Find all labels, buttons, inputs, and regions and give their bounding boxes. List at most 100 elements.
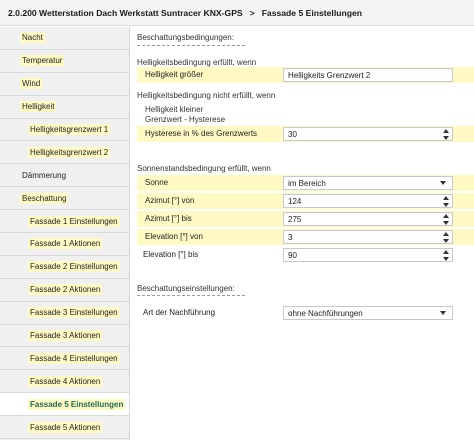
hysteresis-input[interactable]: 30	[283, 127, 453, 141]
sidebar-item-label: Dämmerung	[22, 170, 67, 180]
spin-down-icon[interactable]	[443, 221, 449, 225]
elevation-from-spinner[interactable]	[442, 232, 450, 243]
azimuth-from-value: 124	[288, 196, 302, 206]
sidebar-item-label: Beschattung	[20, 192, 69, 204]
sidebar-item-daemmerung[interactable]: Dämmerung	[0, 164, 129, 188]
sidebar-item-label: Helligkeit	[20, 101, 57, 113]
sidebar-item-label: Helligkeitsgrenzwert 1	[28, 124, 111, 135]
brightness-less-text: Helligkeit kleiner	[145, 105, 204, 114]
sidebar-item-label: Fassade 1 Einstellungen	[28, 215, 120, 227]
spin-up-icon[interactable]	[443, 214, 449, 218]
sidebar-item-label: Temperatur	[20, 55, 65, 67]
spin-up-icon[interactable]	[443, 250, 449, 254]
spin-down-icon[interactable]	[443, 203, 449, 207]
brightness-greater-label: Helligkeit größer	[145, 70, 204, 79]
chevron-down-icon[interactable]	[440, 181, 446, 185]
azimuth-to-spinner[interactable]	[442, 214, 450, 225]
elevation-from-value: 3	[288, 232, 293, 242]
limit-minus-hysteresis-text: Grenzwert - Hysterese	[145, 115, 226, 124]
azimuth-to-input[interactable]: 275	[283, 212, 453, 226]
title-bar: 2.0.200 Wetterstation Dach Werkstatt Sun…	[0, 0, 474, 26]
sidebar-item-fassade-2-einstellungen[interactable]: Fassade 2 Einstellungen	[0, 255, 129, 279]
azimuth-to-row: Azimut [°] bis 275	[137, 211, 474, 227]
sun-value: im Bereich	[288, 178, 326, 188]
azimuth-from-input[interactable]: 124	[283, 194, 453, 208]
sidebar-item-label: Nacht	[20, 32, 45, 44]
sun-row: Sonne im Bereich	[137, 175, 474, 191]
brightness-threshold-value: Helligkeits Grenzwert 2	[288, 70, 371, 80]
hysteresis-spinner[interactable]	[442, 129, 450, 140]
sidebar-item-label: Fassade 5 Aktionen	[28, 421, 103, 433]
spin-down-icon[interactable]	[443, 239, 449, 243]
breadcrumb-separator: >	[249, 7, 255, 18]
sidebar-item-label: Fassade 5 Einstellungen	[28, 398, 126, 410]
brightness-greater-row: Helligkeit größer Helligkeits Grenzwert …	[137, 67, 474, 83]
sidebar-item-label: Wind	[20, 78, 43, 90]
elevation-to-spinner[interactable]	[442, 250, 450, 261]
hysteresis-value: 30	[288, 129, 297, 139]
sidebar-item-helligkeit[interactable]: Helligkeit	[0, 95, 129, 119]
spin-down-icon[interactable]	[443, 257, 449, 261]
sidebar-item-fassade-1-aktionen[interactable]: Fassade 1 Aktionen	[0, 233, 129, 256]
sidebar-item-label: Fassade 3 Einstellungen	[28, 307, 120, 319]
sidebar-item-label: Fassade 1 Aktionen	[28, 238, 103, 250]
sidebar-item-helligkeitsgrenzwert-1[interactable]: Helligkeitsgrenzwert 1	[0, 118, 129, 142]
tracking-label: Art der Nachführung	[143, 308, 216, 317]
spin-up-icon[interactable]	[443, 129, 449, 133]
azimuth-from-label: Azimut [°] von	[145, 196, 195, 205]
hysteresis-row: Hysterese in % des Grenzwerts 30	[137, 126, 474, 142]
tracking-select[interactable]: ohne Nachführungen	[283, 306, 453, 320]
azimuth-from-row: Azimut [°] von 124	[137, 193, 474, 209]
settings-section-title: Beschattungseinstellungen:	[137, 284, 235, 293]
section-divider	[137, 295, 245, 296]
elevation-from-label: Elevation [°] von	[145, 232, 203, 241]
spin-up-icon[interactable]	[443, 196, 449, 200]
sidebar-item-label: Fassade 2 Aktionen	[28, 284, 103, 296]
settings-panel: Beschattungsbedingungen: Helligkeitsbedi…	[131, 27, 474, 440]
sidebar-item-label: Fassade 4 Einstellungen	[28, 352, 120, 364]
conditions-section-title: Beschattungsbedingungen:	[137, 33, 234, 42]
chevron-down-icon[interactable]	[440, 311, 446, 315]
azimuth-to-value: 275	[288, 214, 302, 224]
brightness-met-text: Helligkeitsbedingung erfüllt, wenn	[137, 58, 257, 67]
brightness-threshold-select[interactable]: Helligkeits Grenzwert 2	[283, 68, 453, 82]
sun-condition-text: Sonnenstandsbedingung erfüllt, wenn	[137, 164, 271, 173]
sidebar-item-label: Fassade 4 Aktionen	[28, 375, 103, 387]
sidebar-item-fassade-4-aktionen[interactable]: Fassade 4 Aktionen	[0, 370, 129, 394]
elevation-to-label: Elevation [°] bis	[143, 250, 199, 259]
spin-up-icon[interactable]	[443, 232, 449, 236]
azimuth-to-label: Azimut [°] bis	[145, 214, 192, 223]
sidebar-item-nacht[interactable]: Nacht	[0, 27, 129, 50]
elevation-from-input[interactable]: 3	[283, 230, 453, 244]
page-title: Fassade 5 Einstellungen	[261, 7, 362, 18]
sidebar-item-fassade-3-aktionen[interactable]: Fassade 3 Aktionen	[0, 324, 129, 348]
tracking-row: Art der Nachführung ohne Nachführungen	[137, 305, 474, 321]
sidebar-item-label: Helligkeitsgrenzwert 2	[28, 146, 111, 158]
sidebar-item-fassade-1-einstellungen[interactable]: Fassade 1 Einstellungen	[0, 210, 129, 234]
sidebar-item-beschattung[interactable]: Beschattung	[0, 187, 129, 211]
sidebar-item-fassade-5-einstellungen[interactable]: Fassade 5 Einstellungen	[0, 393, 129, 417]
sidebar-item-label: Fassade 2 Einstellungen	[28, 261, 120, 273]
tracking-value: ohne Nachführungen	[288, 308, 363, 318]
spin-down-icon[interactable]	[443, 136, 449, 140]
elevation-to-value: 90	[288, 250, 297, 260]
sidebar-item-temperatur[interactable]: Temperatur	[0, 49, 129, 73]
brightness-not-met-text: Helligkeitsbedingung nicht erfüllt, wenn	[137, 91, 276, 100]
elevation-to-input[interactable]: 90	[283, 248, 453, 262]
sidebar-item-label: Fassade 3 Aktionen	[28, 330, 103, 342]
sidebar-item-fassade-3-einstellungen[interactable]: Fassade 3 Einstellungen	[0, 301, 129, 325]
elevation-from-row: Elevation [°] von 3	[137, 229, 474, 245]
hysteresis-label: Hysterese in % des Grenzwerts	[145, 129, 258, 138]
sidebar-item-wind[interactable]: Wind	[0, 72, 129, 96]
sidebar: Nacht Temperatur Wind Helligkeit Helligk…	[0, 27, 130, 440]
elevation-to-row: Elevation [°] bis 90	[137, 247, 474, 263]
sidebar-item-fassade-4-einstellungen[interactable]: Fassade 4 Einstellungen	[0, 347, 129, 371]
section-divider	[137, 45, 245, 46]
sun-select[interactable]: im Bereich	[283, 176, 453, 190]
azimuth-from-spinner[interactable]	[442, 196, 450, 207]
sidebar-item-helligkeitsgrenzwert-2[interactable]: Helligkeitsgrenzwert 2	[0, 141, 129, 165]
sidebar-item-fassade-5-aktionen[interactable]: Fassade 5 Aktionen	[0, 416, 129, 440]
sidebar-item-fassade-2-aktionen[interactable]: Fassade 2 Aktionen	[0, 278, 129, 302]
sun-label: Sonne	[145, 178, 169, 187]
device-title: 2.0.200 Wetterstation Dach Werkstatt Sun…	[8, 7, 243, 18]
